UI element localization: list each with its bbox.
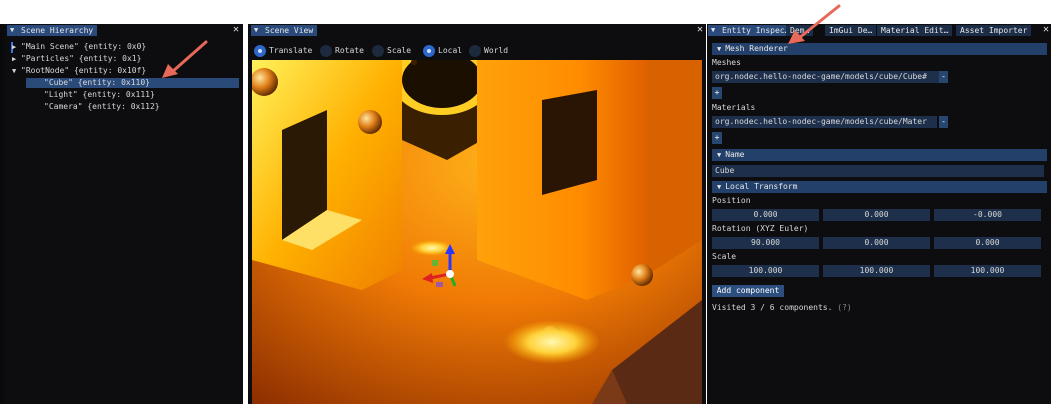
rotation-z-field[interactable]: 0.000: [934, 237, 1041, 249]
name-header[interactable]: ▼ Name: [712, 149, 1047, 161]
collapse-arrow-icon[interactable]: ▼: [12, 66, 21, 76]
dock-menu-icon[interactable]: ▼: [254, 25, 258, 36]
add-material-button[interactable]: +: [712, 132, 722, 144]
position-z-field[interactable]: -0.000: [934, 209, 1041, 221]
scale-z-field[interactable]: 100.000: [934, 265, 1041, 277]
radio-dot-icon: [254, 45, 266, 57]
close-icon[interactable]: ✕: [697, 24, 703, 36]
meshes-label: Meshes: [712, 58, 741, 67]
inspector-tabbar: ▼ Entity Inspec… Dem… ImGui De… Material…: [707, 24, 1051, 36]
scene-viewport[interactable]: [252, 60, 702, 404]
add-component-button[interactable]: Add component: [712, 285, 784, 297]
tree-item-light[interactable]: "Light" {entity: 0x111}: [44, 90, 155, 100]
tab-scene-view[interactable]: ▼ Scene View: [251, 25, 318, 36]
collapse-arrow-icon: ▼: [717, 45, 722, 53]
tree-item-particles[interactable]: ▶ "Particles" {entity: 0x1}: [12, 54, 141, 64]
gizmo-toolbar: Translate Rotate Scale Local World: [248, 42, 706, 60]
tree-item-main-scene[interactable]: ▶ "Main Scene" {entity: 0x0}: [12, 42, 146, 52]
help-marker[interactable]: (?): [837, 303, 851, 312]
radio-world[interactable]: World: [469, 45, 513, 57]
radio-dot-icon: [423, 45, 435, 57]
mesh-path-field[interactable]: org.nodec.hello-nodec-game/models/cube/C…: [712, 71, 940, 83]
collapse-arrow-icon: ▼: [717, 183, 722, 191]
annotation-arrow-icon: [162, 40, 208, 78]
scale-label: Scale: [712, 252, 737, 261]
radio-dot-icon: [372, 45, 384, 57]
materials-label: Materials: [712, 103, 756, 112]
radio-rotate[interactable]: Rotate: [320, 45, 370, 57]
annotation-arrow-icon: [788, 4, 841, 44]
rotation-y-field[interactable]: 0.000: [823, 237, 930, 249]
scene-view-panel: ▼ Scene View ✕ Translate Rotate Scale Lo…: [248, 24, 706, 404]
radio-dot-icon: [320, 45, 332, 57]
hierarchy-tabbar: ▼ Scene Hierarchy ✕: [4, 24, 243, 36]
scale-y-field[interactable]: 100.000: [823, 265, 930, 277]
remove-mesh-button[interactable]: -: [939, 71, 948, 83]
remove-material-button[interactable]: -: [939, 116, 948, 128]
tab-entity-inspector[interactable]: ▼ Entity Inspec…: [708, 25, 794, 36]
close-icon[interactable]: ✕: [1043, 24, 1049, 36]
local-transform-header[interactable]: ▼ Local Transform: [712, 181, 1047, 193]
dock-menu-icon[interactable]: ▼: [711, 25, 715, 36]
radio-dot-icon: [469, 45, 481, 57]
dock-menu-icon[interactable]: ▼: [10, 25, 14, 36]
radio-scale[interactable]: Scale: [372, 45, 417, 57]
inspector-panel: ▼ Entity Inspec… Dem… ImGui De… Material…: [707, 24, 1051, 404]
mesh-renderer-header[interactable]: ▼ Mesh Renderer: [712, 43, 1047, 55]
close-icon[interactable]: ✕: [233, 24, 239, 36]
scene-view-tabbar: ▼ Scene View ✕: [248, 24, 706, 36]
radio-local[interactable]: Local: [423, 45, 467, 57]
scale-x-field[interactable]: 100.000: [712, 265, 819, 277]
tab-scene-hierarchy[interactable]: ▼ Scene Hierarchy: [7, 25, 98, 36]
position-y-field[interactable]: 0.000: [823, 209, 930, 221]
material-path-field[interactable]: org.nodec.hello-nodec-game/models/cube/M…: [712, 116, 937, 128]
rotation-label: Rotation (XYZ Euler): [712, 224, 809, 233]
expand-arrow-icon[interactable]: ▶: [12, 54, 21, 64]
tree-item-camera[interactable]: "Camera" {entity: 0x112}: [44, 102, 160, 112]
rotation-x-field[interactable]: 90.000: [712, 237, 819, 249]
tab-asset-importer[interactable]: Asset Importer: [956, 25, 1032, 36]
tab-material-editor[interactable]: Material Edit…: [877, 25, 953, 36]
collapse-arrow-icon: ▼: [717, 151, 722, 159]
tree-item-rootnode[interactable]: ▼ "RootNode" {entity: 0x10f}: [12, 66, 146, 76]
scene-hierarchy-panel: ▼ Scene Hierarchy ✕ ▶ "Main Scene" {entit…: [4, 24, 243, 404]
radio-translate[interactable]: Translate: [254, 45, 318, 57]
tree-item-cube[interactable]: "Cube" {entity: 0x110}: [44, 78, 150, 88]
position-label: Position: [712, 196, 751, 205]
visited-components-text: Visited 3 / 6 components. (?): [712, 303, 852, 312]
expand-arrow-icon[interactable]: ▶: [12, 42, 21, 52]
position-x-field[interactable]: 0.000: [712, 209, 819, 221]
name-field[interactable]: Cube: [712, 165, 1044, 177]
add-mesh-button[interactable]: +: [712, 87, 722, 99]
